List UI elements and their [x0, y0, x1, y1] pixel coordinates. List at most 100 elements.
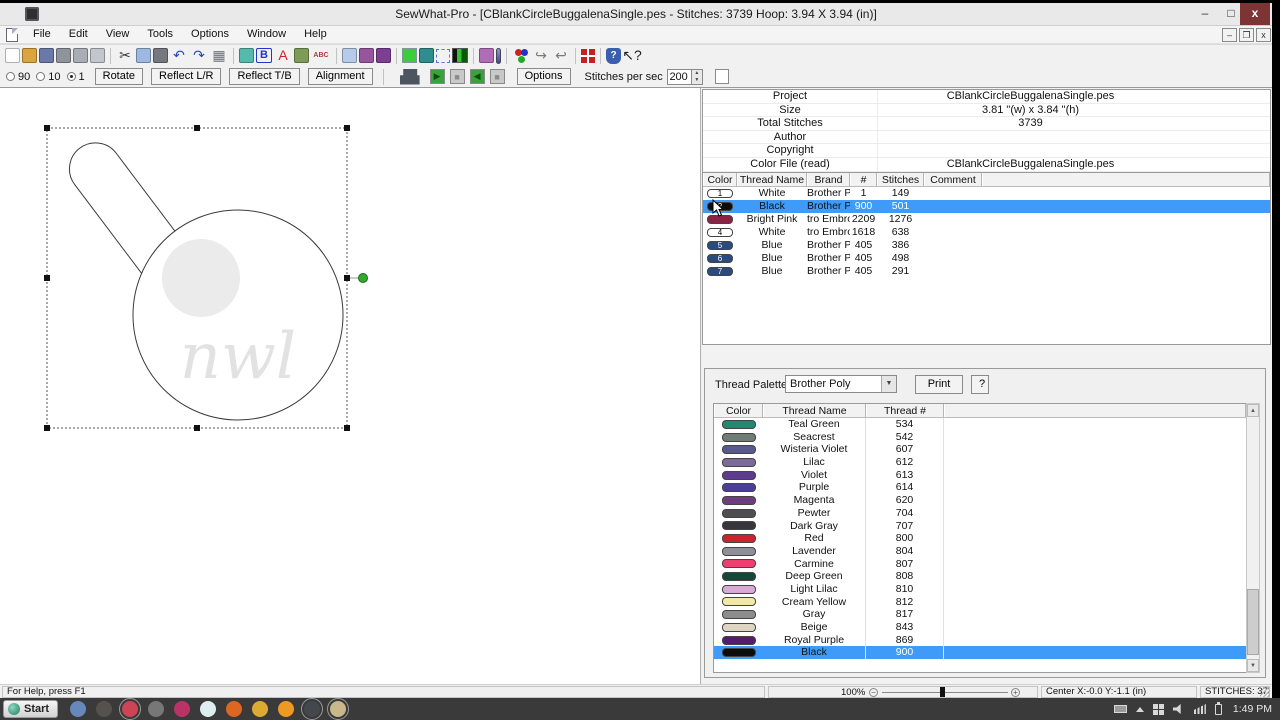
- stitch-gradient-icon[interactable]: [452, 48, 468, 63]
- icon-export-icon[interactable]: [239, 48, 254, 63]
- thread-row-2[interactable]: 2BlackBrother Poly900501: [703, 199, 1270, 213]
- sew-back-button[interactable]: ◀: [469, 69, 485, 84]
- close-button[interactable]: x: [1240, 3, 1270, 25]
- zoom-in-button[interactable]: +: [1011, 688, 1020, 697]
- texture-icon[interactable]: [294, 48, 309, 63]
- taskbar-app-10[interactable]: [301, 698, 324, 720]
- palette-row-lilac[interactable]: Lilac 612: [714, 456, 1246, 469]
- join-next-icon[interactable]: ↪: [532, 47, 550, 64]
- palette-row-light-lilac[interactable]: Light Lilac 810: [714, 582, 1246, 596]
- color-table-header-#[interactable]: #: [850, 172, 877, 186]
- print-button[interactable]: Print: [915, 375, 963, 394]
- palette-row-pewter[interactable]: Pewter 704: [714, 506, 1246, 520]
- taskbar-app-5[interactable]: [174, 701, 191, 717]
- color-table-header-color[interactable]: Color: [703, 172, 737, 186]
- save-file-icon[interactable]: [39, 48, 54, 63]
- palette-scrollbar[interactable]: ▲ ▼: [1246, 403, 1260, 673]
- redo-icon[interactable]: ↷: [190, 47, 208, 64]
- garment-icon[interactable]: [419, 48, 434, 63]
- menu-window[interactable]: Window: [238, 28, 295, 40]
- tray-network-icon[interactable]: [1193, 704, 1206, 714]
- palette-dropdown[interactable]: Brother Poly ▼: [785, 375, 897, 393]
- mdi-restore-button[interactable]: ❐: [1239, 28, 1254, 42]
- spinner-up-icon[interactable]: ▲: [691, 69, 702, 77]
- context-help-icon[interactable]: ↖?: [622, 47, 642, 64]
- minimize-button[interactable]: –: [1192, 3, 1218, 25]
- palette-row-violet[interactable]: Violet 613: [714, 468, 1246, 482]
- palette-row-lavender[interactable]: Lavender 804: [714, 544, 1246, 558]
- palette-row-gray[interactable]: Gray 817: [714, 608, 1246, 622]
- mdi-close-button[interactable]: x: [1256, 28, 1271, 42]
- split-letters-icon[interactable]: ABC: [311, 48, 331, 63]
- menu-tools[interactable]: Tools: [138, 28, 182, 40]
- thread-row-7[interactable]: 7 Blue Brother Poly 405 291: [703, 265, 1270, 278]
- tray-windows-icon[interactable]: [1152, 703, 1164, 715]
- undo-icon[interactable]: ↶: [170, 47, 188, 64]
- palette-row-magenta[interactable]: Magenta 620: [714, 494, 1246, 507]
- rotate-radio-1[interactable]: 1: [66, 71, 85, 83]
- zoom-slider-track[interactable]: [882, 687, 1008, 697]
- scrollbar-thumb[interactable]: [1247, 589, 1259, 655]
- start-button[interactable]: Start: [3, 700, 59, 718]
- lettering-icon[interactable]: A: [274, 47, 292, 64]
- taskbar-app-9[interactable]: [278, 701, 295, 717]
- color-table-header-thread-name[interactable]: Thread Name: [737, 172, 807, 186]
- sew-stop-button[interactable]: ■: [449, 69, 465, 84]
- color-sort-icon[interactable]: [512, 48, 530, 64]
- paste-icon[interactable]: [153, 48, 168, 63]
- magnifier-design[interactable]: nwl: [59, 132, 344, 421]
- density-chart-icon[interactable]: [359, 48, 374, 63]
- sew-play-button[interactable]: ▶: [429, 69, 445, 84]
- design-canvas[interactable]: nwl: [0, 88, 701, 684]
- palette-header-color[interactable]: Color: [714, 404, 763, 417]
- bold-letter-icon[interactable]: B: [256, 48, 272, 63]
- sewing-machine-icon[interactable]: [399, 68, 420, 85]
- needle-icon[interactable]: [496, 47, 501, 64]
- reflect-t-b-button[interactable]: Reflect T/B: [229, 68, 300, 85]
- export-icon[interactable]: [90, 48, 105, 63]
- scroll-down-icon[interactable]: ▼: [1247, 659, 1259, 672]
- palette-row-purple[interactable]: Purple 614: [714, 481, 1246, 495]
- help-icon[interactable]: ?: [606, 47, 621, 64]
- thread-row-5[interactable]: 5 Blue Brother Poly 405 386: [703, 239, 1270, 252]
- taskbar-app-7[interactable]: [226, 701, 243, 717]
- select-frame-icon[interactable]: [436, 48, 450, 63]
- palette-row-seacrest[interactable]: Seacrest 542: [714, 430, 1246, 444]
- menu-options[interactable]: Options: [182, 28, 238, 40]
- thread-row-1[interactable]: 1 White Brother Poly 1 149: [703, 187, 1270, 200]
- palette-row-red[interactable]: Red 800: [714, 532, 1246, 545]
- palette-help-button[interactable]: ?: [971, 375, 989, 394]
- taskbar-app-6[interactable]: [200, 701, 217, 717]
- scroll-up-icon[interactable]: ▲: [1247, 404, 1259, 417]
- media-icon[interactable]: [376, 48, 391, 63]
- taskbar-app-4[interactable]: [148, 701, 165, 717]
- rotate-radio-10[interactable]: 10: [36, 71, 61, 83]
- palette-row-beige[interactable]: Beige 843: [714, 621, 1246, 634]
- spinner-down-icon[interactable]: ▼: [691, 76, 702, 84]
- taskbar-app-2[interactable]: [96, 701, 113, 717]
- chevron-down-icon[interactable]: ▼: [881, 376, 896, 392]
- save-as-icon[interactable]: [56, 48, 71, 63]
- tray-keyboard-icon[interactable]: [1113, 705, 1127, 713]
- alignment-button[interactable]: Alignment: [307, 68, 373, 85]
- taskbar-app-3[interactable]: [119, 698, 142, 720]
- color-table-header-stitches[interactable]: Stitches: [877, 172, 924, 186]
- thread-row-3[interactable]: 3Bright Pinktro Embroid22091276: [703, 213, 1270, 226]
- tray-expand-icon[interactable]: [1135, 706, 1144, 712]
- sew-pause-button[interactable]: ■: [489, 69, 505, 84]
- zoom-slider-thumb[interactable]: [940, 687, 945, 697]
- zoom-out-button[interactable]: −: [869, 688, 878, 697]
- palette-row-black[interactable]: Black 900: [714, 646, 1246, 660]
- copy-special-icon[interactable]: [342, 48, 357, 63]
- options-button[interactable]: Options: [516, 68, 571, 85]
- grid-icon[interactable]: ▦: [210, 47, 228, 64]
- palette-row-dark-gray[interactable]: Dark Gray 707: [714, 519, 1246, 533]
- palette-header-thread-name[interactable]: Thread Name: [763, 404, 866, 417]
- menu-help[interactable]: Help: [295, 28, 336, 40]
- thread-row-6[interactable]: 6 Blue Brother Poly 405 498: [703, 252, 1270, 265]
- palette-row-wisteria-violet[interactable]: Wisteria Violet 607: [714, 443, 1246, 457]
- palette-header-thread-#[interactable]: Thread #: [866, 404, 944, 417]
- join-prev-icon[interactable]: ↩: [552, 47, 570, 64]
- thread-row-4[interactable]: 4 White tro Embroid1618 638: [703, 226, 1270, 239]
- palette-row-deep-green[interactable]: Deep Green 808: [714, 570, 1246, 583]
